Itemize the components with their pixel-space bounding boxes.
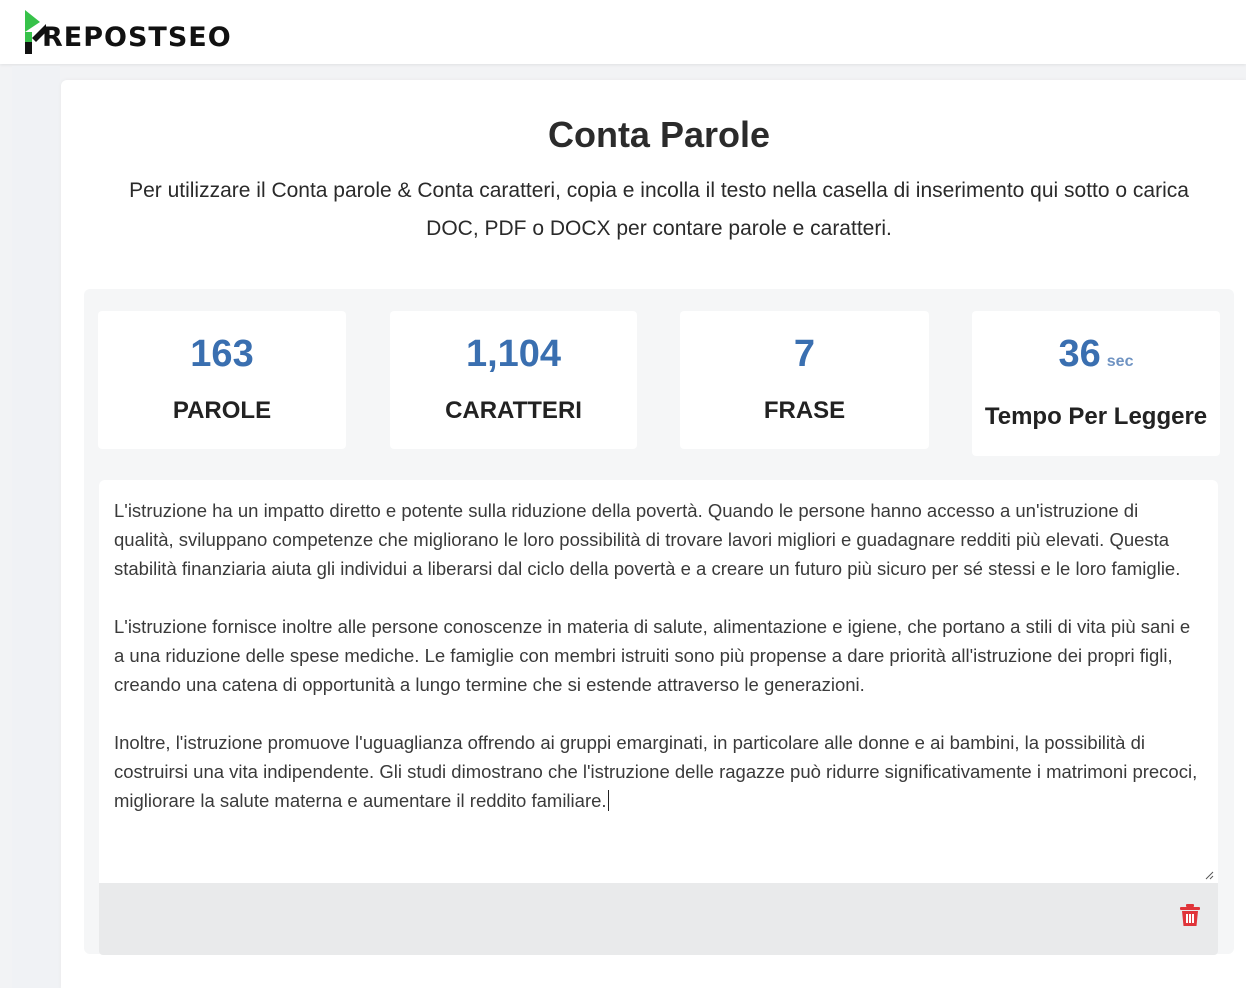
- top-bar: REPOSTSEO: [0, 0, 1246, 64]
- stat-label: CARATTERI: [445, 397, 582, 424]
- brand-name: REPOSTSEO: [42, 22, 232, 53]
- stat-sentences: 7 FRASE: [680, 311, 929, 449]
- text-paragraph: L'istruzione fornisce inoltre alle perso…: [114, 616, 1191, 695]
- stat-characters: 1,104 CARATTERI: [390, 311, 637, 449]
- left-sidebar-strip: [12, 66, 60, 988]
- tool-description: Per utilizzare il Conta parole & Conta c…: [129, 179, 1189, 240]
- text-paragraph: L'istruzione ha un impatto diretto e pot…: [114, 500, 1181, 579]
- stat-value: 163: [190, 333, 254, 375]
- stat-label: Tempo Per Leggere: [984, 403, 1208, 430]
- resize-handle-icon[interactable]: [1204, 870, 1214, 880]
- text-caret: [607, 790, 609, 811]
- stat-reading-time: 36 sec Tempo Per Leggere: [972, 311, 1220, 456]
- stat-label: PAROLE: [172, 397, 272, 424]
- text-input-area[interactable]: L'istruzione ha un impatto diretto e pot…: [99, 480, 1218, 883]
- stat-value: 36 sec: [1058, 333, 1134, 375]
- text-paragraph: Inoltre, l'istruzione promuove l'uguagli…: [114, 732, 1198, 811]
- trash-icon[interactable]: [1179, 903, 1201, 927]
- stat-label: FRASE: [763, 397, 846, 424]
- stat-words: 163 PAROLE: [98, 311, 346, 449]
- editor-toolbar: [99, 883, 1218, 955]
- brand-logo[interactable]: REPOSTSEO: [22, 8, 232, 56]
- stat-unit: sec: [1106, 353, 1134, 370]
- stat-value: 1,104: [465, 333, 562, 375]
- page-title: Conta Parole: [547, 114, 771, 155]
- stat-value: 7: [793, 333, 816, 375]
